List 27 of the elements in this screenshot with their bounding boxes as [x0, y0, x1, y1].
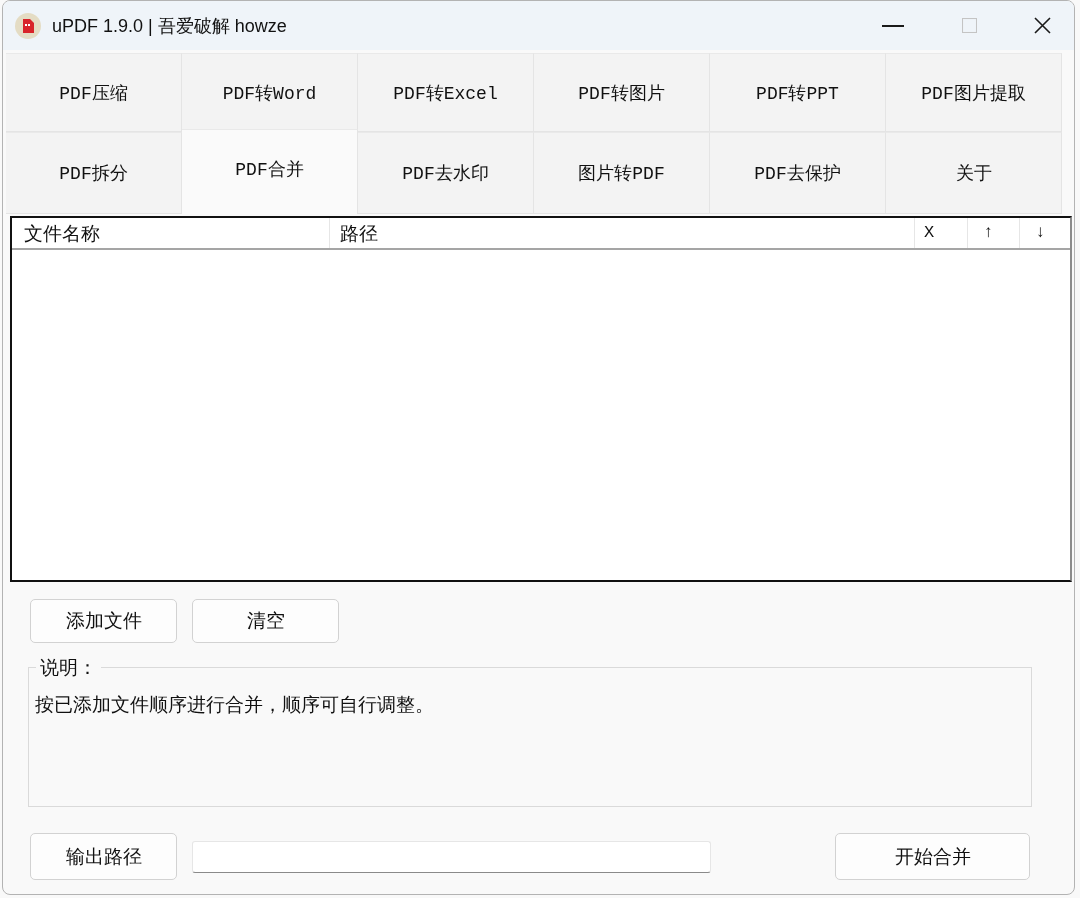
tab[interactable]: 图片转PDF	[534, 132, 710, 214]
tab[interactable]: PDF压缩	[6, 53, 182, 132]
tab[interactable]: PDF转Word	[182, 53, 358, 132]
tab[interactable]: PDF去保护	[710, 132, 886, 214]
list-button[interactable]: 清空	[192, 599, 339, 643]
close-icon[interactable]	[1034, 17, 1051, 34]
column-header[interactable]: ↓	[1020, 218, 1070, 248]
tab[interactable]: PDF拆分	[6, 132, 182, 214]
output-path-button[interactable]: 输出路径	[30, 833, 177, 880]
description-label: 说明：	[39, 655, 98, 679]
app-icon	[15, 12, 41, 39]
tab[interactable]: PDF图片提取	[886, 53, 1062, 132]
start-merge-button[interactable]: 开始合并	[835, 833, 1030, 880]
column-header[interactable]: X	[915, 218, 968, 248]
output-path-field[interactable]	[192, 840, 711, 873]
tab[interactable]: PDF转图片	[534, 53, 710, 132]
tab[interactable]: PDF转Excel	[358, 53, 534, 132]
tab[interactable]: PDF转PPT	[710, 53, 886, 132]
column-header[interactable]: 路径	[330, 218, 915, 248]
list-button[interactable]: 添加文件	[30, 599, 177, 643]
column-header[interactable]: ↑	[968, 218, 1020, 248]
description-text: 按已添加文件顺序进行合并，顺序可自行调整。	[35, 692, 435, 716]
tab[interactable]: PDF合并	[182, 129, 358, 214]
tab[interactable]: PDF去水印	[358, 132, 534, 214]
window-title: uPDF 1.9.0 | 吾爱破解 howze	[52, 14, 287, 38]
tab[interactable]: 关于	[886, 132, 1062, 214]
column-header[interactable]: 文件名称	[12, 218, 330, 248]
